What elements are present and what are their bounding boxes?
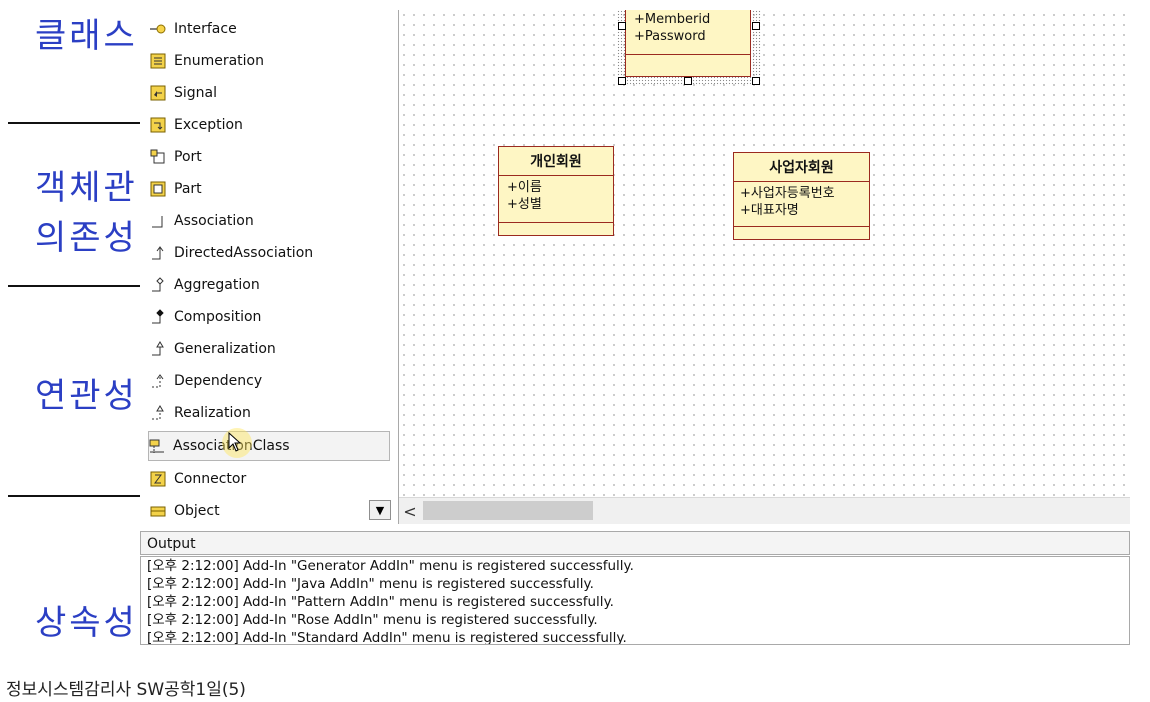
tool-label: Port <box>174 149 202 165</box>
tool-aggregation[interactable]: Aggregation <box>150 271 388 299</box>
tool-generalization[interactable]: Generalization <box>150 335 388 363</box>
tool-label: Signal <box>174 85 218 101</box>
aggregation-icon <box>150 277 166 293</box>
resize-handle[interactable] <box>618 22 626 30</box>
uml-class-name: 개인회원 <box>499 147 613 176</box>
connector-icon <box>150 471 166 487</box>
dependency-icon <box>150 373 166 389</box>
composition-icon <box>150 309 166 325</box>
tool-label: Enumeration <box>174 53 264 69</box>
uml-class-attributes: +이름 +성별 <box>499 176 613 223</box>
tool-part[interactable]: Part <box>150 175 388 203</box>
slide-heading-object: 객체관 <box>35 168 138 208</box>
tool-label: DirectedAssociation <box>174 245 314 261</box>
tool-interface[interactable]: Interface <box>150 15 388 43</box>
uml-class-operations <box>499 223 613 235</box>
uml-attribute: +Memberid <box>634 12 711 27</box>
association-icon <box>150 213 166 229</box>
tool-label: Association <box>174 213 254 229</box>
enumeration-icon <box>150 53 166 69</box>
toolbox-palette: Interface Enumeration Signal Exception P… <box>140 10 399 524</box>
tool-label: Aggregation <box>174 277 260 293</box>
output-log[interactable]: [오후 2:12:00] Add-In "Generator AddIn" me… <box>140 556 1130 645</box>
scroll-left-button[interactable]: < <box>399 498 421 524</box>
mouse-cursor-highlight <box>222 428 252 458</box>
log-line: [오후 2:12:00] Add-In "Rose AddIn" menu is… <box>147 612 598 628</box>
tool-realization[interactable]: Realization <box>150 399 388 427</box>
tool-enumeration[interactable]: Enumeration <box>150 47 388 75</box>
uml-class-operations <box>626 55 750 67</box>
realization-icon <box>150 405 166 421</box>
object-icon <box>150 503 166 519</box>
slide-heading-association: 연관성 <box>35 376 138 416</box>
slide-heading-class: 클래스 <box>35 16 138 56</box>
uml-class-personal-member[interactable]: 개인회원 +이름 +성별 <box>498 146 614 236</box>
tool-association[interactable]: Association <box>150 207 388 235</box>
tool-association-class[interactable]: AssociationClass <box>148 431 390 461</box>
tool-exception[interactable]: Exception <box>150 111 388 139</box>
tool-label: Exception <box>174 117 243 133</box>
tool-label: Dependency <box>174 373 263 389</box>
scroll-thumb[interactable] <box>423 501 593 520</box>
tool-connector[interactable]: Connector <box>150 465 388 493</box>
log-line: [오후 2:12:00] Add-In "Standard AddIn" men… <box>147 630 627 645</box>
uml-class-business-member[interactable]: 사업자회원 +사업자등록번호 +대표자명 <box>733 152 870 240</box>
tool-port[interactable]: Port <box>150 143 388 171</box>
canvas-horizontal-scrollbar[interactable]: < <box>399 497 1130 524</box>
video-caption: 정보시스템감리사 SW공학1일(5) <box>6 680 246 700</box>
log-line: [오후 2:12:00] Add-In "Generator AddIn" me… <box>147 558 634 574</box>
tool-composition[interactable]: Composition <box>150 303 388 331</box>
log-line: [오후 2:12:00] Add-In "Java AddIn" menu is… <box>147 576 594 592</box>
tool-label: Generalization <box>174 341 276 357</box>
toolbox-scroll-down-button[interactable]: ▼ <box>369 500 391 520</box>
uml-attribute: +성별 <box>507 197 542 212</box>
slide-heading-inheritance: 상속성 <box>35 603 138 643</box>
tool-label: Interface <box>174 21 237 37</box>
tool-label: Object <box>174 503 220 519</box>
uml-class-name: 사업자회원 <box>734 153 869 182</box>
output-panel-title: Output <box>140 531 1130 555</box>
uml-class-member[interactable]: +Memberid +Password <box>625 10 751 77</box>
association-class-icon <box>149 438 165 454</box>
slide-heading-dependency: 의존성 <box>35 218 138 258</box>
uml-class-operations <box>734 227 869 239</box>
uml-attribute: +사업자등록번호 <box>740 186 835 201</box>
tool-label: Part <box>174 181 202 197</box>
uml-attribute: +이름 <box>507 180 542 195</box>
port-icon <box>150 149 166 165</box>
uml-attribute: +Password <box>634 29 706 44</box>
diagram-canvas[interactable]: +Memberid +Password 개인회원 +이름 +성별 사업자회원 +… <box>399 10 1130 497</box>
log-line: [오후 2:12:00] Add-In "Pattern AddIn" menu… <box>147 594 614 610</box>
resize-handle[interactable] <box>684 77 692 85</box>
slide-divider <box>8 495 150 497</box>
exception-icon <box>150 117 166 133</box>
tool-label: Composition <box>174 309 262 325</box>
interface-icon <box>150 21 166 37</box>
uml-attribute: +대표자명 <box>740 203 799 218</box>
resize-handle[interactable] <box>618 77 626 85</box>
generalization-icon <box>150 341 166 357</box>
background-slide: 클래스 객체관 의존성 연관성 상속성 <box>0 0 150 645</box>
uml-class-attributes: +Memberid +Password <box>626 10 750 55</box>
tool-directed-association[interactable]: DirectedAssociation <box>150 239 388 267</box>
slide-divider <box>8 285 150 287</box>
tool-dependency[interactable]: Dependency <box>150 367 388 395</box>
uml-class-attributes: +사업자등록번호 +대표자명 <box>734 182 869 227</box>
directed-association-icon <box>150 245 166 261</box>
tool-object[interactable]: Object <box>150 497 388 525</box>
part-icon <box>150 181 166 197</box>
resize-handle[interactable] <box>752 22 760 30</box>
tool-signal[interactable]: Signal <box>150 79 388 107</box>
tool-label: Realization <box>174 405 251 421</box>
signal-icon <box>150 85 166 101</box>
slide-divider <box>8 122 150 124</box>
tool-label: Connector <box>174 471 247 487</box>
resize-handle[interactable] <box>752 77 760 85</box>
